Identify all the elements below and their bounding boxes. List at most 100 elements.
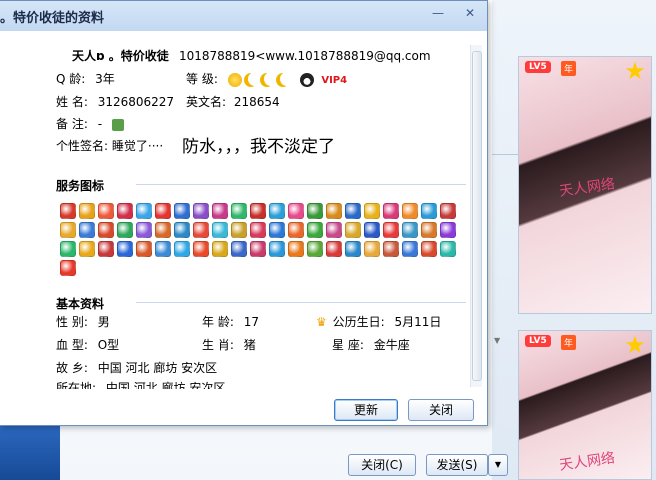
service-icon[interactable]: [98, 241, 114, 257]
service-icon[interactable]: [212, 222, 228, 238]
year-badge: 年: [561, 335, 577, 350]
dialog-close-button[interactable]: 关闭: [408, 399, 474, 421]
service-icon[interactable]: [421, 222, 437, 238]
service-icon[interactable]: [250, 203, 266, 219]
show-photo-1[interactable]: LV5 年 ★ 天人网络: [518, 56, 652, 314]
service-icon[interactable]: [326, 222, 342, 238]
service-icon[interactable]: [307, 241, 323, 257]
send-button[interactable]: 发送(S): [426, 454, 488, 476]
service-icon[interactable]: [193, 222, 209, 238]
service-icon[interactable]: [193, 241, 209, 257]
nickname: 天人ɒ 。特价收徒: [72, 49, 169, 63]
chevron-down-icon[interactable]: ▼: [494, 336, 508, 350]
service-icon[interactable]: [60, 260, 76, 276]
service-icon[interactable]: [98, 203, 114, 219]
close-icon[interactable]: ✕: [458, 4, 482, 22]
english-name-row: 英文名: 218654: [186, 93, 280, 110]
service-icon[interactable]: [155, 203, 171, 219]
service-icon[interactable]: [345, 222, 361, 238]
service-icon[interactable]: [402, 222, 418, 238]
service-icon[interactable]: [231, 241, 247, 257]
blood-field: 血 型: O型: [56, 336, 119, 353]
service-icon[interactable]: [345, 203, 361, 219]
service-icon[interactable]: [231, 203, 247, 219]
service-icon[interactable]: [269, 203, 285, 219]
service-icon[interactable]: [383, 241, 399, 257]
service-icon[interactable]: [98, 222, 114, 238]
vip-badge: VIP4: [321, 75, 348, 86]
gender-value: 男: [97, 315, 110, 329]
bottom-blue-panel: [0, 420, 60, 480]
service-icon[interactable]: [155, 222, 171, 238]
edit-note-icon[interactable]: [111, 118, 124, 131]
service-icon[interactable]: [155, 241, 171, 257]
vertical-scrollbar[interactable]: [470, 45, 482, 387]
service-icon[interactable]: [136, 222, 152, 238]
service-icon[interactable]: [307, 222, 323, 238]
level-label: 等 级:: [186, 72, 218, 86]
dialog-titlebar[interactable]: 。特价收徒的资料 — ✕: [0, 1, 487, 31]
service-icon[interactable]: [383, 203, 399, 219]
level-icons: [227, 72, 290, 87]
service-icon[interactable]: [402, 241, 418, 257]
service-icon[interactable]: [402, 203, 418, 219]
service-icon[interactable]: [345, 241, 361, 257]
service-icon[interactable]: [60, 222, 76, 238]
star-icon: ★: [624, 331, 646, 359]
service-icon[interactable]: [250, 222, 266, 238]
service-icon-grid: [60, 203, 464, 276]
service-icon[interactable]: [364, 222, 380, 238]
service-icon[interactable]: [326, 203, 342, 219]
location-label: 所在地:: [56, 381, 97, 389]
service-icon[interactable]: [421, 203, 437, 219]
service-icon[interactable]: [79, 203, 95, 219]
service-icon[interactable]: [364, 203, 380, 219]
service-icon[interactable]: [288, 203, 304, 219]
service-icon[interactable]: [136, 241, 152, 257]
service-icon[interactable]: [326, 241, 342, 257]
profile-content: 天人ɒ 。特价收徒 1018788819<www.1018788819@qq.c…: [56, 39, 472, 389]
sun-icon: [227, 72, 242, 87]
service-icon[interactable]: [79, 241, 95, 257]
service-icon[interactable]: [269, 222, 285, 238]
service-icon[interactable]: [117, 222, 133, 238]
service-icon[interactable]: [117, 241, 133, 257]
service-icon[interactable]: [60, 203, 76, 219]
service-icon[interactable]: [117, 203, 133, 219]
penguin-icon: [299, 72, 314, 87]
show-photo-2[interactable]: LV5 年 ★ 天人网络: [518, 330, 652, 480]
section-divider: [136, 184, 466, 185]
service-icon[interactable]: [383, 222, 399, 238]
service-icon[interactable]: [79, 222, 95, 238]
dialog-title: 。特价收徒的资料: [0, 11, 105, 26]
service-icon[interactable]: [231, 222, 247, 238]
service-icon[interactable]: [174, 222, 190, 238]
english-name-label: 英文名:: [186, 95, 227, 109]
chat-close-button[interactable]: 关闭(C): [348, 454, 416, 476]
refresh-button[interactable]: 更新: [334, 399, 398, 421]
service-icon[interactable]: [307, 203, 323, 219]
service-icon[interactable]: [440, 222, 456, 238]
service-icon[interactable]: [440, 241, 456, 257]
birthday-value: 5月11日: [394, 315, 442, 329]
service-icon[interactable]: [288, 241, 304, 257]
service-icon[interactable]: [288, 222, 304, 238]
service-icons-title: 服务图标: [56, 179, 105, 193]
service-icon[interactable]: [212, 241, 228, 257]
service-icon[interactable]: [269, 241, 285, 257]
service-icon[interactable]: [212, 203, 228, 219]
qq-email: 1018788819<www.1018788819@qq.com: [178, 49, 431, 63]
service-icon[interactable]: [136, 203, 152, 219]
service-icon[interactable]: [193, 203, 209, 219]
service-icon[interactable]: [250, 241, 266, 257]
service-icon[interactable]: [174, 203, 190, 219]
service-icon[interactable]: [364, 241, 380, 257]
service-icon[interactable]: [421, 241, 437, 257]
send-options-dropdown[interactable]: ▼: [488, 454, 508, 476]
service-icon[interactable]: [440, 203, 456, 219]
scrollbar-thumb[interactable]: [472, 51, 482, 381]
service-icon[interactable]: [174, 241, 190, 257]
minimize-button[interactable]: —: [426, 4, 450, 22]
profile-dialog: 。特价收徒的资料 — ✕ 天人ɒ 。特价收徒 1018788819<www.10…: [0, 0, 488, 426]
service-icon[interactable]: [60, 241, 76, 257]
